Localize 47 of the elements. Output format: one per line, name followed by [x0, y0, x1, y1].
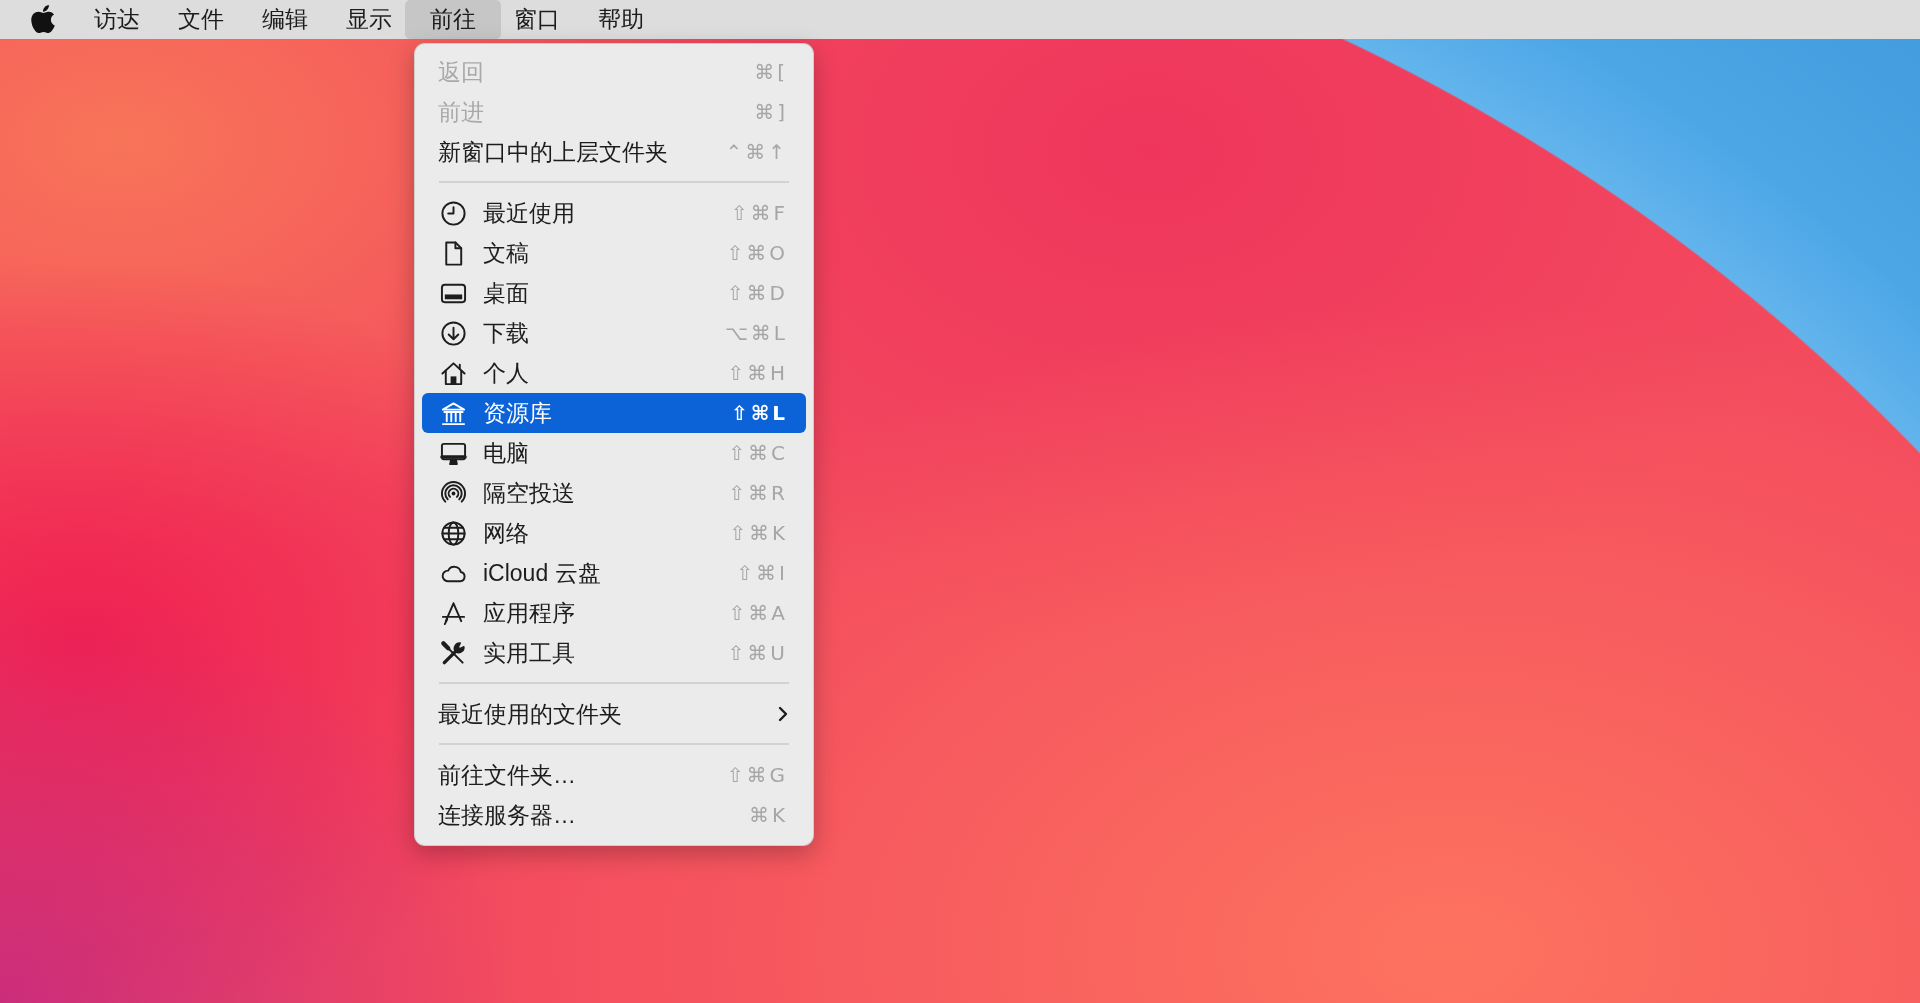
house-icon: [440, 359, 467, 387]
menu-item[interactable]: 前往文件夹… ⇧⌘G: [422, 755, 806, 795]
menu-item[interactable]: 连接服务器… ⌘K: [422, 795, 806, 835]
keyboard-shortcut: ⇧⌘D: [726, 281, 788, 305]
menu-item[interactable]: 隔空投送 ⇧⌘R: [422, 473, 806, 513]
keyboard-shortcut: ⇧⌘H: [727, 361, 788, 385]
keyboard-shortcut: ⇧⌘L: [730, 401, 788, 425]
wrench-screwdriver-icon: [440, 639, 467, 667]
keyboard-shortcut: ⇧⌘I: [736, 561, 788, 585]
menu-item[interactable]: 文稿 ⇧⌘O: [422, 233, 806, 273]
columns-building-icon: [440, 399, 467, 427]
keyboard-shortcut: ⇧⌘R: [728, 481, 788, 505]
keyboard-shortcut: ⌘]: [754, 100, 788, 124]
keyboard-shortcut: ⇧⌘O: [726, 241, 788, 265]
menu-bar-item[interactable]: 文件: [159, 0, 243, 39]
menu-item[interactable]: 最近使用的文件夹: [422, 694, 806, 734]
menu-item[interactable]: 实用工具 ⇧⌘U: [422, 633, 806, 673]
keyboard-shortcut: ⇧⌘F: [730, 201, 788, 225]
menu-item[interactable]: 下载 ⌥⌘L: [422, 313, 806, 353]
menu-item[interactable]: 资源库 ⇧⌘L: [422, 393, 806, 433]
keyboard-shortcut: ⇧⌘A: [728, 601, 788, 625]
keyboard-shortcut: ⇧⌘K: [729, 521, 788, 545]
clock-icon: [440, 199, 467, 227]
menu-item[interactable]: 电脑 ⇧⌘C: [422, 433, 806, 473]
keyboard-shortcut: ⌃⌘↑: [725, 140, 788, 164]
letter-a-icon: [440, 599, 467, 627]
menu-item[interactable]: 新窗口中的上层文件夹 ⌃⌘↑: [422, 132, 806, 172]
chevron-right-icon: [778, 706, 788, 722]
menu-item[interactable]: 桌面 ⇧⌘D: [422, 273, 806, 313]
keyboard-shortcut: ⇧⌘U: [727, 641, 788, 665]
keyboard-shortcut: ⌥⌘L: [724, 321, 788, 345]
menu-bar-item[interactable]: 编辑: [243, 0, 327, 39]
menu-item[interactable]: 应用程序 ⇧⌘A: [422, 593, 806, 633]
menu-item[interactable]: 网络 ⇧⌘K: [422, 513, 806, 553]
menu-item[interactable]: 最近使用 ⇧⌘F: [422, 193, 806, 233]
keyboard-shortcut: ⇧⌘G: [726, 763, 788, 787]
globe-icon: [440, 519, 467, 547]
keyboard-shortcut: ⌘K: [748, 803, 788, 827]
keyboard-shortcut: ⇧⌘C: [728, 441, 788, 465]
keyboard-shortcut: ⌘[: [754, 60, 788, 84]
menu-item[interactable]: 个人 ⇧⌘H: [422, 353, 806, 393]
menu-item[interactable]: iCloud 云盘 ⇧⌘I: [422, 553, 806, 593]
menu-bar-item[interactable]: 访达: [75, 0, 159, 39]
apple-icon[interactable]: [30, 4, 56, 35]
menu-bar-item[interactable]: 帮助: [579, 0, 663, 39]
menu-bar-item[interactable]: 前往: [405, 0, 501, 39]
download-icon: [440, 319, 467, 347]
